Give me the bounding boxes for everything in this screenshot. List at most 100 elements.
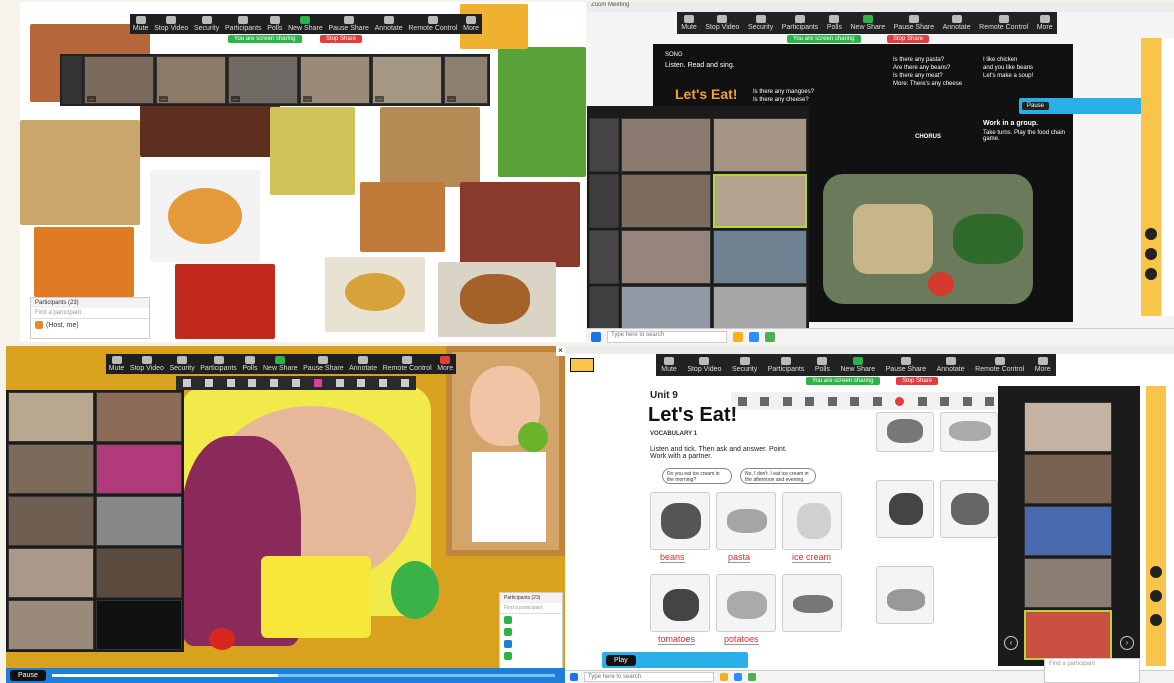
pause-share-button[interactable]: Pause Share — [894, 15, 934, 31]
mute-button[interactable]: Mute — [661, 357, 677, 373]
participants-button[interactable]: Participants — [200, 356, 237, 372]
participant-row[interactable] — [500, 650, 562, 662]
stop-share-button[interactable]: Stop Share — [887, 35, 930, 43]
participant-search[interactable]: Find a participant — [1045, 659, 1139, 669]
food-collage-screen: Mute Stop Video Security Participants Po… — [20, 2, 586, 342]
participant-row[interactable] — [500, 638, 562, 650]
prev-page-icon[interactable]: ‹ — [1004, 636, 1018, 650]
participants-button[interactable]: Participants — [768, 357, 804, 373]
spotlight-icon[interactable] — [850, 396, 860, 406]
select-icon[interactable] — [760, 396, 770, 406]
new-share-button[interactable]: New Share — [841, 357, 875, 373]
eraser-icon[interactable] — [291, 379, 300, 387]
spotlight-icon[interactable] — [270, 379, 279, 387]
participants-button[interactable]: Participants — [225, 16, 262, 32]
mute-button[interactable]: Mute — [133, 16, 148, 32]
color-icon[interactable] — [895, 396, 905, 406]
zoom-in-icon[interactable] — [1150, 566, 1162, 578]
progress-track[interactable] — [51, 674, 555, 677]
pause-button[interactable]: Pause — [1022, 102, 1050, 110]
undo-icon[interactable] — [917, 396, 927, 406]
more-button[interactable]: More — [1035, 357, 1051, 373]
participant-row[interactable]: (Host, me) — [31, 319, 149, 331]
stamp-icon[interactable] — [248, 379, 257, 387]
participant-row[interactable] — [500, 626, 562, 638]
new-share-button[interactable]: New Share — [263, 356, 298, 372]
zoom-in-icon[interactable] — [1145, 228, 1157, 240]
clear-icon[interactable] — [379, 379, 388, 387]
annotate-button[interactable]: Annotate — [943, 15, 971, 31]
undo-icon[interactable] — [335, 379, 344, 387]
text-icon[interactable] — [204, 379, 213, 387]
security-button[interactable]: Security — [169, 356, 195, 372]
polls-button[interactable]: Polls — [242, 356, 258, 372]
participant-search[interactable]: Find a participant — [31, 308, 149, 319]
pen-icon[interactable] — [1145, 248, 1157, 260]
file-explorer-icon[interactable] — [720, 673, 728, 681]
polls-button[interactable]: Polls — [267, 16, 282, 32]
annotate-button[interactable]: Annotate — [349, 356, 377, 372]
security-button[interactable]: Security — [194, 16, 219, 32]
pause-button[interactable]: Pause — [10, 670, 46, 681]
polls-button[interactable]: Polls — [815, 357, 830, 373]
windows-start-icon[interactable] — [570, 673, 578, 681]
stop-video-button[interactable]: Stop Video — [687, 357, 721, 373]
stop-share-button[interactable]: Stop Share — [896, 377, 939, 385]
save-icon[interactable] — [985, 396, 995, 406]
chrome-icon[interactable] — [748, 673, 756, 681]
next-page-icon[interactable]: › — [1120, 636, 1134, 650]
draw-icon[interactable] — [805, 396, 815, 406]
play-button[interactable]: Play — [606, 654, 636, 666]
redo-icon[interactable] — [357, 379, 366, 387]
eraser-icon[interactable] — [1150, 614, 1162, 626]
annotate-button[interactable]: Annotate — [937, 357, 965, 373]
mute-button[interactable]: Mute — [109, 356, 124, 372]
security-button[interactable]: Security — [732, 357, 757, 373]
new-share-button[interactable]: New Share — [851, 15, 885, 31]
mouse-icon[interactable] — [182, 379, 191, 387]
participant-search[interactable]: Find a participant — [500, 603, 562, 614]
zoom-app-icon[interactable] — [749, 332, 759, 342]
participants-button[interactable]: Participants — [782, 15, 818, 31]
stop-share-button[interactable]: Stop Share — [320, 35, 363, 43]
remote-control-button[interactable]: Remote Control — [975, 357, 1024, 373]
eraser-icon[interactable] — [1145, 268, 1157, 280]
pen-icon[interactable] — [1150, 590, 1162, 602]
more-button[interactable]: More — [463, 16, 479, 32]
close-icon[interactable]: × — [556, 346, 565, 356]
clear-icon[interactable] — [962, 396, 972, 406]
more-button[interactable]: More — [437, 356, 453, 372]
taskbar-search[interactable]: Type here to search — [607, 331, 727, 343]
stop-video-button[interactable]: Stop Video — [705, 15, 739, 31]
polls-button[interactable]: Polls — [827, 15, 842, 31]
stamp-icon[interactable] — [827, 396, 837, 406]
save-icon[interactable] — [401, 379, 410, 387]
color-icon[interactable] — [313, 379, 322, 387]
text-icon[interactable] — [782, 396, 792, 406]
more-button[interactable]: More — [1037, 15, 1053, 31]
draw-icon[interactable] — [226, 379, 235, 387]
strip-nav[interactable] — [62, 56, 82, 104]
taskbar-search[interactable]: Type here to search — [584, 672, 714, 682]
pause-share-button[interactable]: Pause Share — [328, 16, 369, 32]
zoom-app-icon[interactable] — [734, 673, 742, 681]
participant-row[interactable] — [500, 614, 562, 626]
stop-video-button[interactable]: Stop Video — [154, 16, 188, 32]
remote-control-button[interactable]: Remote Control — [383, 356, 432, 372]
remote-control-button[interactable]: Remote Control — [408, 16, 457, 32]
pause-share-button[interactable]: Pause Share — [303, 356, 344, 372]
chrome-icon[interactable] — [765, 332, 775, 342]
windows-start-icon[interactable] — [591, 332, 601, 342]
pause-share-button[interactable]: Pause Share — [886, 357, 926, 373]
mute-button[interactable]: Mute — [681, 15, 697, 31]
new-share-button[interactable]: New Share — [288, 16, 323, 32]
camera-icon — [141, 356, 152, 364]
remote-control-button[interactable]: Remote Control — [979, 15, 1028, 31]
mouse-icon[interactable] — [737, 396, 747, 406]
redo-icon[interactable] — [940, 396, 950, 406]
eraser-icon[interactable] — [872, 396, 882, 406]
file-explorer-icon[interactable] — [733, 332, 743, 342]
stop-video-button[interactable]: Stop Video — [130, 356, 164, 372]
security-button[interactable]: Security — [748, 15, 773, 31]
annotate-button[interactable]: Annotate — [375, 16, 403, 32]
